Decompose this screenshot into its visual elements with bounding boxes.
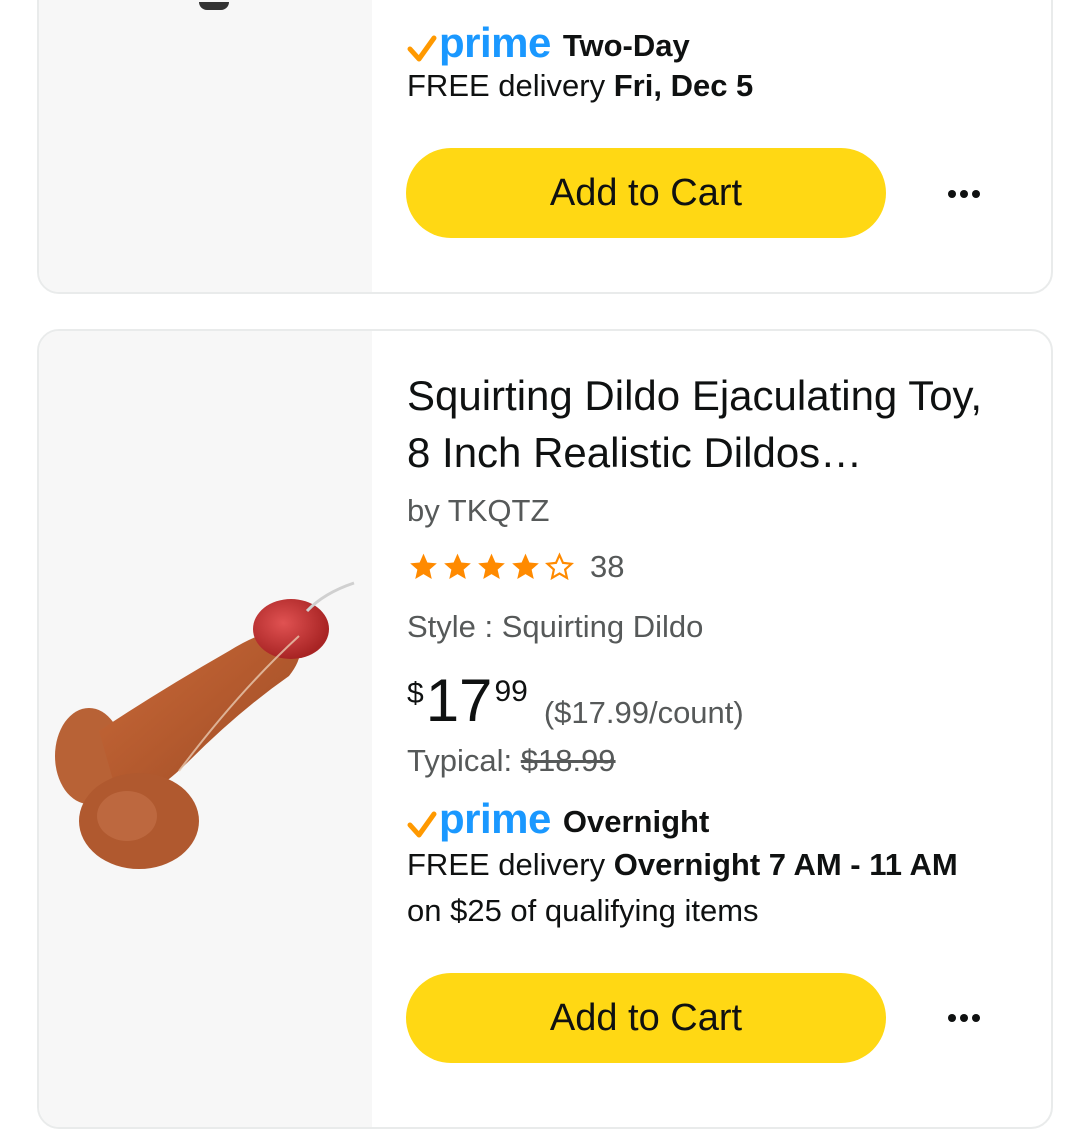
delivery-speed: Two-Day [562,28,690,63]
delivery-info: FREE delivery Fri, Dec 5 [407,68,753,104]
ellipsis-icon [948,190,956,198]
typical-price: Typical: $18.99 [407,743,616,779]
more-options-button[interactable] [929,174,999,214]
prime-logo: prime [407,795,551,842]
delivery-prefix: FREE delivery [407,68,606,103]
ellipsis-dot [972,1014,980,1022]
unit-price: ($17.99/count) [543,695,744,730]
prime-badge: prime [439,19,551,66]
delivery-condition: on $25 of qualifying items [407,893,759,928]
ellipsis-dot [972,190,980,198]
delivery-prefix: FREE delivery [407,847,606,882]
ellipsis-dot [960,1014,968,1022]
star-empty-icon [545,552,574,581]
product-card[interactable]: prime Two-Day FREE delivery Fri, Dec 5 A… [37,0,1053,294]
prime-badge: prime [439,795,551,842]
prime-check-icon [407,811,437,838]
product-brand[interactable]: by TKQTZ [407,493,549,529]
prime-logo: prime [407,19,551,66]
star-full-icon [478,553,505,579]
rating-row[interactable]: 38 [407,549,624,585]
price: $ 17 99 ($17.99/count) [407,671,744,731]
delivery-date: Overnight 7 AM - 11 AM [613,847,958,882]
prime-check-icon [407,35,437,62]
star-full-icon [410,553,437,579]
more-options-button[interactable] [929,998,999,1038]
product-image-panel[interactable] [39,0,372,292]
product-style: Style : Squirting Dildo [407,609,704,644]
star-full-icon [444,553,471,579]
star-rating [407,551,576,583]
typical-label: Typical: [407,743,513,778]
product-card[interactable]: Squirting Dildo Ejaculating Toy, 8 Inch … [37,329,1053,1129]
add-to-cart-button[interactable]: Add to Cart [406,148,886,238]
rating-count: 38 [590,549,625,584]
price-symbol: $ [407,677,424,710]
product-image [55,581,355,869]
prime-delivery-line: prime Overnight [407,795,710,842]
product-image-panel[interactable] [39,331,372,1127]
ellipsis-dot [960,190,968,198]
add-to-cart-button[interactable]: Add to Cart [406,973,886,1063]
typical-price-value: $18.99 [520,743,616,778]
star-full-icon [512,553,539,579]
price-whole: 17 [425,667,493,734]
delivery-date: Fri, Dec 5 [613,68,754,103]
delivery-info: FREE delivery Overnight 7 AM - 11 AM [407,847,958,883]
product-title[interactable]: Squirting Dildo Ejaculating Toy, 8 Inch … [407,367,1017,481]
product-image-fragment [199,2,229,10]
price-fraction: 99 [494,675,528,708]
prime-delivery-line: prime Two-Day [407,19,690,66]
delivery-speed: Overnight [562,804,710,839]
ellipsis-icon [948,1014,956,1022]
